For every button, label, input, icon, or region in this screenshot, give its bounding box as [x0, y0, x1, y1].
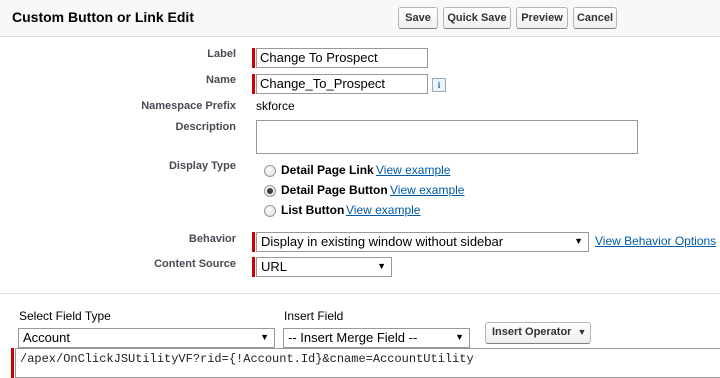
view-behavior-options-link[interactable]: View Behavior Options [595, 234, 716, 248]
radio-detail-page-button[interactable] [264, 185, 276, 197]
save-button[interactable]: Save [398, 7, 438, 29]
name-caption: Name [206, 74, 236, 86]
required-indicator [252, 257, 255, 277]
behavior-select[interactable]: Display in existing window without sideb… [256, 232, 589, 252]
dropdown-arrow-icon: ▼ [577, 327, 587, 337]
field-type-select[interactable]: Account ▼ [18, 328, 275, 348]
behavior-caption: Behavior [188, 233, 236, 245]
radio-detail-page-link[interactable] [264, 165, 276, 177]
dropdown-arrow-icon: ▼ [574, 236, 583, 246]
insert-field-select[interactable]: -- Insert Merge Field -- ▼ [283, 328, 470, 348]
preview-button[interactable]: Preview [516, 7, 568, 29]
dropdown-arrow-icon: ▼ [260, 332, 269, 342]
namespace-caption: Namespace Prefix [141, 100, 236, 112]
select-field-type-caption: Select Field Type [19, 309, 111, 323]
view-example-link[interactable]: View example [346, 203, 420, 217]
formula-editor[interactable]: /apex/OnClickJSUtilityVF?rid={!Account.I… [15, 348, 720, 378]
label-caption: Label [207, 48, 236, 60]
description-caption: Description [175, 121, 236, 133]
content-source-value: URL [261, 259, 288, 274]
name-input[interactable]: Change_To_Prospect [256, 74, 428, 94]
insert-field-caption: Insert Field [284, 309, 344, 323]
page-title: Custom Button or Link Edit [12, 9, 194, 25]
radio-label: Detail Page Link [281, 163, 374, 177]
required-indicator [11, 348, 14, 378]
insert-field-value: -- Insert Merge Field -- [288, 330, 418, 345]
section-divider [0, 293, 720, 294]
behavior-value: Display in existing window without sideb… [261, 234, 504, 249]
info-icon[interactable]: i [432, 78, 446, 92]
quick-save-button[interactable]: Quick Save [443, 7, 511, 29]
field-type-value: Account [23, 330, 70, 345]
dropdown-arrow-icon: ▼ [455, 332, 464, 342]
radio-label: List Button [281, 203, 345, 217]
required-indicator [252, 74, 255, 94]
description-textarea[interactable] [256, 120, 638, 154]
insert-operator-button[interactable]: Insert Operator ▼ [485, 322, 591, 344]
required-indicator [252, 48, 255, 68]
dropdown-arrow-icon: ▼ [377, 261, 386, 271]
content-source-caption: Content Source [154, 258, 236, 270]
label-input[interactable]: Change To Prospect [256, 48, 428, 68]
radio-list-button[interactable] [264, 205, 276, 217]
view-example-link[interactable]: View example [390, 183, 464, 197]
display-type-caption: Display Type [168, 160, 236, 172]
namespace-value: skforce [256, 99, 295, 113]
radio-label: Detail Page Button [281, 183, 388, 197]
view-example-link[interactable]: View example [376, 163, 450, 177]
content-source-select[interactable]: URL ▼ [256, 257, 392, 277]
cancel-button[interactable]: Cancel [573, 7, 617, 29]
required-indicator [252, 232, 255, 252]
insert-operator-label: Insert Operator [492, 326, 572, 338]
